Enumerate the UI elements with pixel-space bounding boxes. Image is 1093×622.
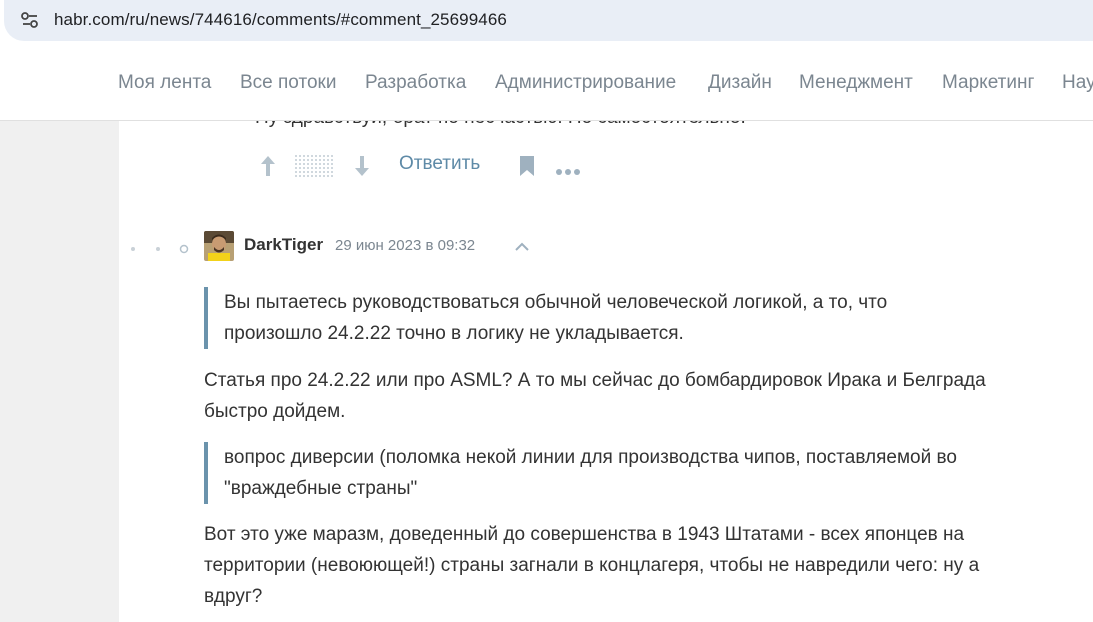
paragraph-line: быстро дойдем. xyxy=(204,401,346,422)
chevron-up-icon[interactable] xyxy=(515,239,529,257)
comment-date[interactable]: 29 июн 2023 в 09:32 xyxy=(335,237,475,254)
quote-line: вопрос диверсии (поломка некой линии для… xyxy=(224,447,957,468)
paragraph-line: Вот это уже маразм, доведенный до соверш… xyxy=(204,524,965,545)
bookmark-icon[interactable] xyxy=(519,155,535,182)
nav-item-administration[interactable]: Администрирование xyxy=(495,72,676,94)
comment-quote: вопрос диверсии (поломка некой линии для… xyxy=(204,442,957,504)
browser-address-bar: habr.com/ru/news/744616/comments/#commen… xyxy=(0,0,1093,51)
nav-item-marketing[interactable]: Маркетинг xyxy=(942,72,1034,94)
reply-button[interactable]: Ответить xyxy=(399,153,480,175)
comment-quote: Вы пытаетесь руководствоваться обычной ч… xyxy=(204,287,887,349)
nav-item-design[interactable]: Дизайн xyxy=(708,72,772,94)
nav-item-management[interactable]: Менеджмент xyxy=(799,72,913,94)
tune-icon[interactable] xyxy=(18,8,42,32)
paragraph-line: территории (невоюющей!) страны загнали в… xyxy=(204,555,980,576)
nav-item-all-streams[interactable]: Все потоки xyxy=(240,72,336,94)
nav-item-my-feed[interactable]: Моя лента xyxy=(118,72,211,94)
arrow-down-icon[interactable] xyxy=(353,154,371,183)
score-hidden xyxy=(295,155,335,177)
quote-line: Вы пытаетесь руководствоваться обычной ч… xyxy=(224,292,888,313)
more-icon[interactable] xyxy=(555,163,581,181)
comment-paragraph: Вот это уже маразм, доведенный до соверш… xyxy=(204,519,979,612)
url-text[interactable]: habr.com/ru/news/744616/comments/#commen… xyxy=(54,10,507,30)
prev-comment-text: Ну здравствуй, брат по несчастью! Но сам… xyxy=(255,121,746,129)
comment-paragraph: Статья про 24.2.22 или про ASML? А то мы… xyxy=(204,365,986,427)
avatar[interactable] xyxy=(204,231,234,261)
arrow-up-icon[interactable] xyxy=(259,154,277,183)
nav-item-science[interactable]: Нау xyxy=(1062,72,1093,94)
paragraph-line: Статья про 24.2.22 или про ASML? А то мы… xyxy=(204,370,986,391)
main-nav: Моя лента Все потоки Разработка Админист… xyxy=(0,50,1093,121)
nav-item-development[interactable]: Разработка xyxy=(365,72,466,94)
quote-line: произошло 24.2.22 точно в логику не укла… xyxy=(224,323,684,344)
thread-level-dots xyxy=(129,241,193,259)
omnibox[interactable]: habr.com/ru/news/744616/comments/#commen… xyxy=(4,0,1093,41)
quote-line: "враждебные страны" xyxy=(224,478,418,499)
comment-author[interactable]: DarkTiger xyxy=(244,235,323,255)
comments-column: Ну здравствуй, брат по несчастью! Но сам… xyxy=(119,121,1093,622)
paragraph-line: вдруг? xyxy=(204,586,263,607)
